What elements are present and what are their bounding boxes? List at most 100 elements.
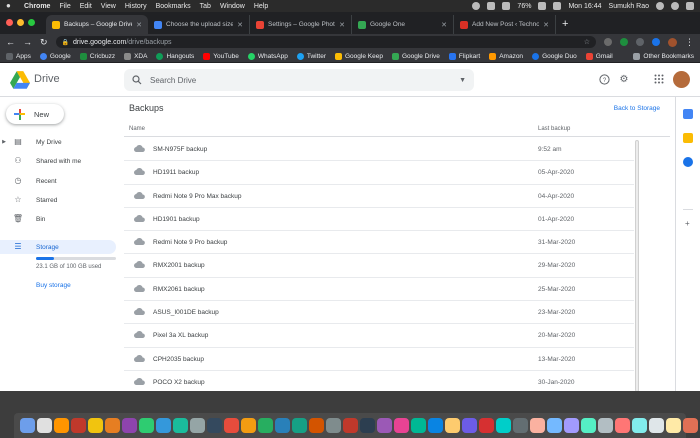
dock-app-icon[interactable] [156,418,171,433]
bookmark-whatsapp[interactable]: WhatsApp [247,52,288,60]
dock-app-icon[interactable] [275,418,290,433]
menu-edit[interactable]: Edit [80,3,92,10]
dock-app-icon[interactable] [649,418,664,433]
dock-app-icon[interactable] [258,418,273,433]
dock-app-icon[interactable] [241,418,256,433]
search-input[interactable]: Search Drive [150,76,451,85]
table-row[interactable]: HD1911 backup 05-Apr-2020 [124,161,634,185]
search-options-icon[interactable]: ▼ [459,77,466,84]
bookmark-flipkart[interactable]: Flipkart [448,52,480,60]
battery-percent[interactable]: 76% [517,3,531,10]
close-tab-icon[interactable]: ✕ [543,21,549,29]
wifi-icon[interactable] [487,2,496,10]
menu-window[interactable]: Window [220,3,245,10]
apps-grid-icon[interactable] [653,74,665,86]
dock-app-icon[interactable] [224,418,239,433]
get-addons-icon[interactable]: + [685,219,690,228]
scrollbar[interactable] [635,140,639,392]
tab-photos-settings[interactable]: Settings – Google Photos ✕ [250,15,352,34]
profile-avatar[interactable] [668,37,677,47]
dock-app-icon[interactable] [479,418,494,433]
menu-help[interactable]: Help [254,3,268,10]
table-row[interactable]: RMX2061 backup 25-Mar-2020 [124,278,634,302]
bluetooth-icon[interactable] [472,2,481,10]
tab-upload-size[interactable]: Choose the upload size of your ✕ [148,15,250,34]
tab-google-one[interactable]: Google One ✕ [352,15,454,34]
dock-app-icon[interactable] [683,418,698,433]
bookmark-google[interactable]: Google [39,52,71,60]
dock-app-icon[interactable] [105,418,120,433]
dock-app-icon[interactable] [377,418,392,433]
dock-app-icon[interactable] [88,418,103,433]
extension-icon[interactable] [604,38,612,46]
menu-history[interactable]: History [125,3,147,10]
dock-app-icon[interactable] [139,418,154,433]
bookmark-apps[interactable]: Apps [6,52,31,60]
dock-app-icon[interactable] [530,418,545,433]
reload-icon[interactable]: ↻ [40,37,48,48]
flag-icon[interactable] [553,2,562,10]
table-row[interactable]: HD1901 backup 01-Apr-2020 [124,208,634,232]
dock-app-icon[interactable] [71,418,86,433]
new-button[interactable]: New [6,104,64,124]
kebab-menu-icon[interactable]: ⋮ [685,37,694,48]
dock-app-icon[interactable] [666,418,681,433]
dock-app-icon[interactable] [496,418,511,433]
dock-app-icon[interactable] [615,418,630,433]
bookmark-youtube[interactable]: YouTube [203,52,239,60]
nav-item-starred[interactable]: ☆ Starred [0,193,124,207]
dock-app-icon[interactable] [207,418,222,433]
table-row[interactable]: SM-N975F backup 9:52 am [124,138,634,162]
tab-backups-drive[interactable]: Backups – Google Drive ✕ [46,15,148,34]
extension-icon[interactable] [636,38,644,46]
bookmark-google-duo[interactable]: Google Duo [532,52,577,60]
apple-icon[interactable]: ● [6,1,16,11]
clock[interactable]: Mon 16:44 [568,3,601,10]
settings-gear-icon[interactable]: ⚙ [618,74,630,86]
dock-app-icon[interactable] [326,418,341,433]
battery-icon[interactable] [538,2,547,10]
back-to-storage-link[interactable]: Back to Storage [614,105,660,112]
minimize-window-button[interactable] [17,19,24,26]
bookmark-amazon[interactable]: Amazon [489,52,523,60]
bookmark-google-drive[interactable]: Google Drive [391,52,440,60]
dock-app-icon[interactable] [547,418,562,433]
keep-icon[interactable] [683,133,693,143]
buy-storage-link[interactable]: Buy storage [36,282,71,289]
account-avatar[interactable] [673,71,690,88]
tab-add-new-post[interactable]: Add New Post ‹ Technology Per ✕ [454,15,556,34]
menu-view[interactable]: View [101,3,116,10]
bookmark-gmail[interactable]: Gmail [585,52,613,60]
dock-app-icon[interactable] [173,418,188,433]
tasks-icon[interactable] [683,157,693,167]
dock-app-icon[interactable] [54,418,69,433]
menu-tab[interactable]: Tab [200,3,211,10]
table-row[interactable]: ASUS_I001DE backup 23-Mar-2020 [124,301,634,325]
search-icon[interactable] [132,75,142,85]
table-row[interactable]: CPH2035 backup 13-Mar-2020 [124,348,634,371]
dock-app-icon[interactable] [428,418,443,433]
dock-app-icon[interactable] [122,418,137,433]
nav-item-bin[interactable]: 🗑 Bin [0,212,124,226]
dock-app-icon[interactable] [20,418,35,433]
dock-app-icon[interactable] [343,418,358,433]
dock-app-icon[interactable] [360,418,375,433]
extension-icon[interactable] [652,38,660,46]
dock-app-icon[interactable] [513,418,528,433]
nav-item-my-drive[interactable]: ▶ ▤ My Drive [0,135,124,149]
volume-icon[interactable] [502,2,511,10]
menu-app-name[interactable]: Chrome [24,3,50,10]
bookmark-hangouts[interactable]: Hangouts [156,52,194,60]
table-row[interactable]: Redmi Note 9 Pro Max backup 04-Apr-2020 [124,185,634,208]
expand-arrow-icon[interactable]: ▶ [0,139,8,145]
forward-arrow-icon[interactable]: → [23,37,32,47]
bookmark-cricbuzz[interactable]: Cricbuzz [79,52,115,60]
address-bar[interactable]: 🔒 drive.google.com/drive/backups ☆ [55,36,596,48]
other-bookmarks[interactable]: Other Bookmarks [633,52,694,60]
close-tab-icon[interactable]: ✕ [136,21,142,29]
bookmark-xda[interactable]: XDA [124,52,147,60]
close-tab-icon[interactable]: ✕ [237,21,243,29]
help-icon[interactable]: ? [598,74,610,86]
bookmark-google-keep[interactable]: Google Keep [335,52,383,60]
bookmark-twitter[interactable]: Twitter [296,52,326,60]
